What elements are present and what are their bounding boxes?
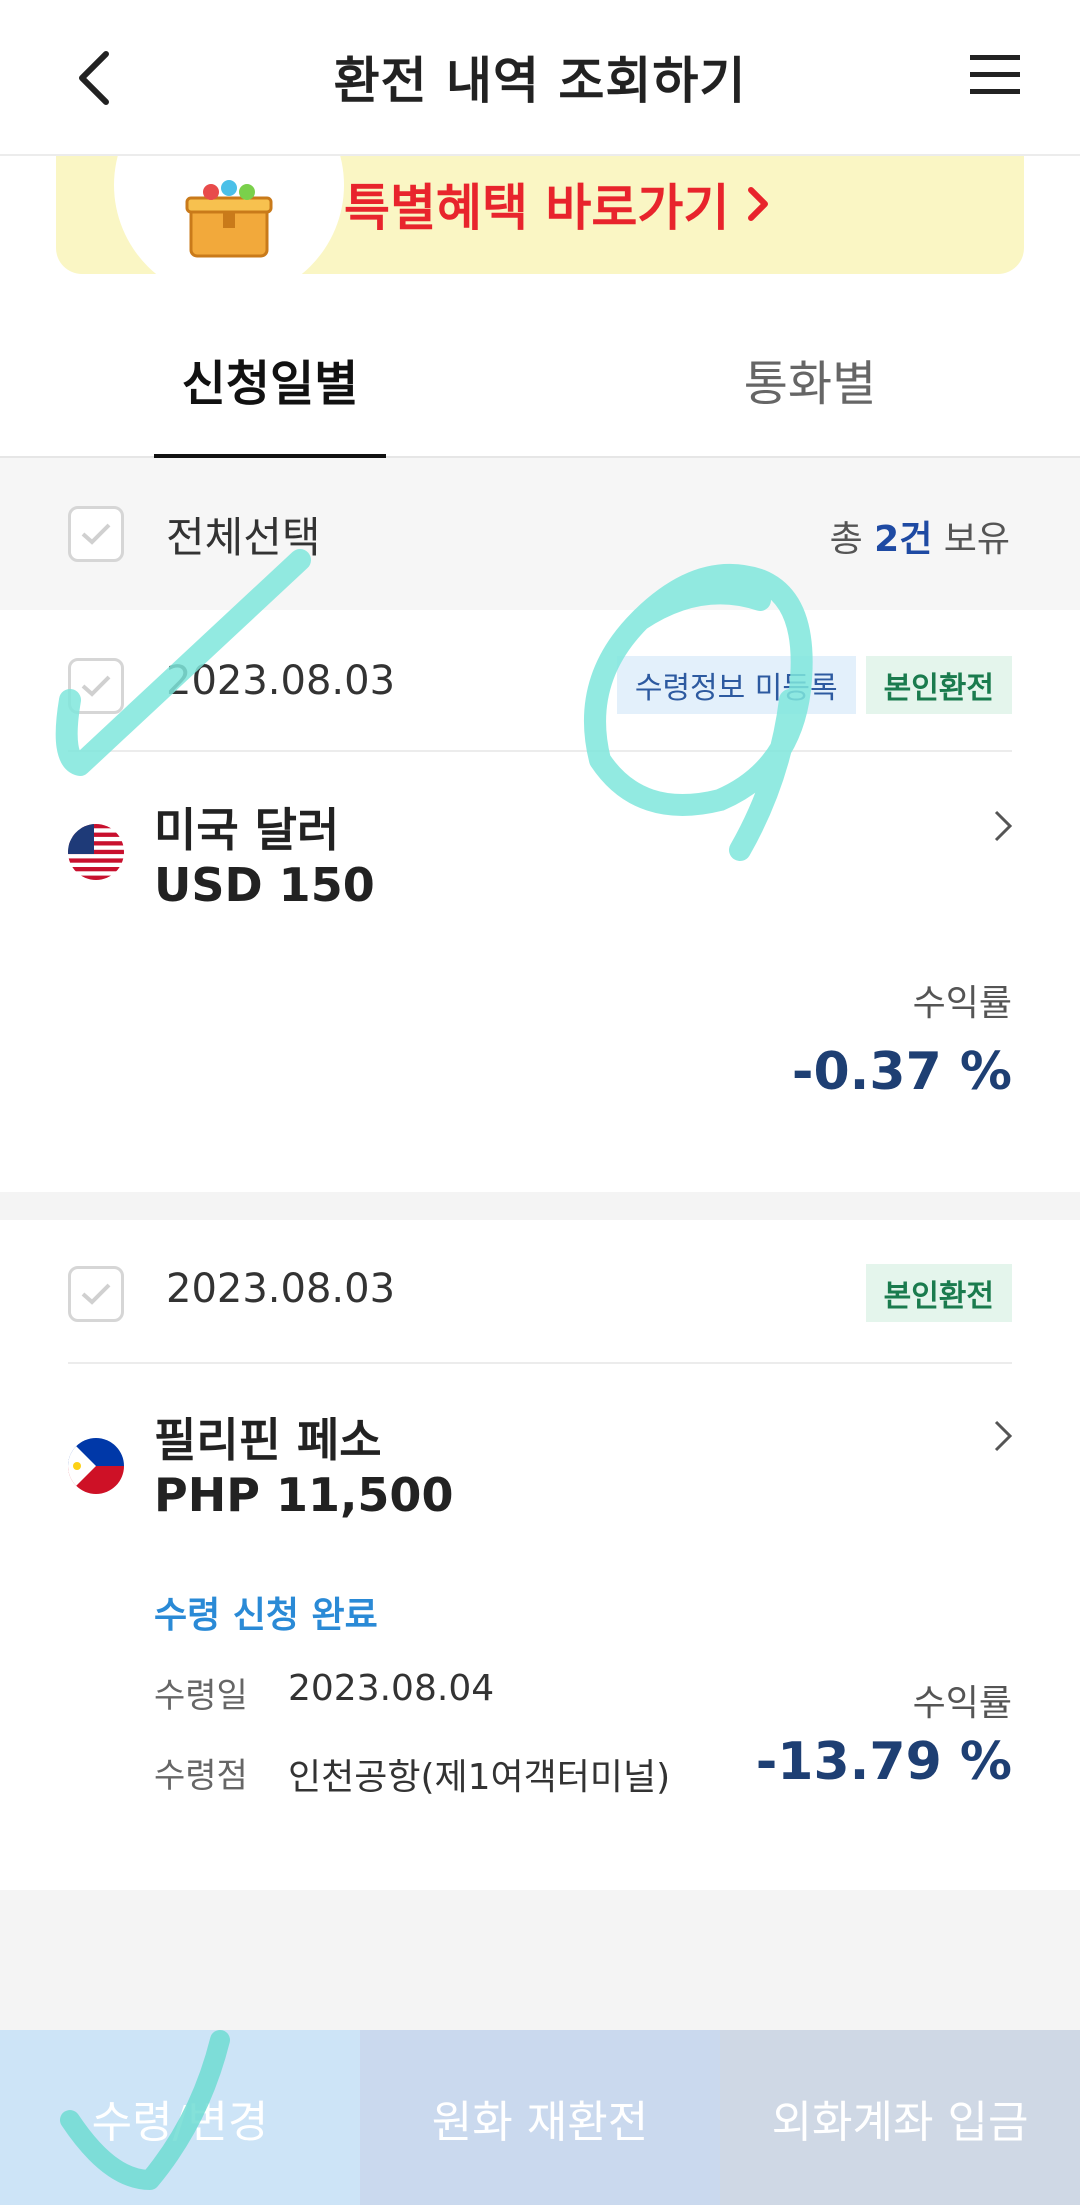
receipt-place: 인천공항(제1여객터미널) <box>288 1757 671 1798</box>
banner-icon-circle <box>114 150 344 274</box>
currency-name: 필리핀 페소 <box>154 1413 382 1467</box>
tab-bar: 신청일별 통화별 <box>0 300 1080 460</box>
exchange-item-card: 2023.08.03 본인환전 필리핀 페소 PHP 11,500 수령 신청 … <box>0 1220 1080 1890</box>
self-exchange-badge: 본인환전 <box>865 656 1012 714</box>
check-icon <box>81 1283 111 1305</box>
count-prefix: 총 <box>829 519 875 560</box>
section-gap <box>0 1192 1080 1220</box>
tab-by-currency[interactable]: 통화별 <box>690 300 930 458</box>
currency-amount: PHP 11,500 <box>154 1468 454 1522</box>
receipt-status: 수령 신청 완료 <box>154 1595 378 1636</box>
rate-value: -13.79 % <box>755 1732 1012 1792</box>
select-all-bar: 전체선택 총 2건 보유 <box>0 458 1080 610</box>
item-date: 2023.08.03 <box>166 658 396 704</box>
receipt-date: 2023.08.04 <box>288 1668 495 1709</box>
us-flag-icon <box>68 824 124 880</box>
chevron-left-icon <box>79 51 109 105</box>
receipt-date-label: 수령일 <box>154 1676 248 1716</box>
holding-count: 총 2건 보유 <box>830 510 1010 562</box>
divider <box>68 750 1012 752</box>
screen: { "header": { "title": "환전 내역 조회하기", "ba… <box>0 0 1080 2205</box>
banner-link-text: 특별혜택 바로가기 <box>344 168 771 240</box>
item-date: 2023.08.03 <box>166 1266 396 1312</box>
app-header: 환전 내역 조회하기 <box>0 0 1080 156</box>
currency-name: 미국 달러 <box>154 803 340 857</box>
self-exchange-badge: 본인환전 <box>865 1264 1012 1322</box>
select-all-checkbox[interactable] <box>68 506 124 562</box>
currency-amount: USD 150 <box>154 858 375 912</box>
chevron-right-icon[interactable] <box>986 804 1020 848</box>
content-footer-space <box>0 1890 1080 2030</box>
menu-button[interactable] <box>964 44 1026 106</box>
foreign-account-deposit-button[interactable]: 외화계좌 입금 <box>720 2030 1080 2205</box>
bottom-action-bar: 수령/변경 원화 재환전 외화계좌 입금 <box>0 2030 1080 2205</box>
special-offer-banner[interactable]: 특별혜택 바로가기 <box>56 150 1024 274</box>
exchange-item-card: 2023.08.03 수령정보 미등록 본인환전 미국 달러 USD 150 수… <box>0 610 1080 1192</box>
ph-flag-icon <box>68 1438 124 1494</box>
reconvert-krw-button[interactable]: 원화 재환전 <box>360 2030 720 2205</box>
rate-value: -0.37 % <box>791 1042 1012 1102</box>
chevron-right-icon <box>748 187 769 221</box>
receive-change-button[interactable]: 수령/변경 <box>0 2030 360 2205</box>
unregistered-badge: 수령정보 미등록 <box>616 656 856 714</box>
check-icon <box>81 523 111 545</box>
banner-label: 특별혜택 바로가기 <box>344 179 730 237</box>
item-badges: 수령정보 미등록 본인환전 <box>616 656 1012 714</box>
divider <box>68 1362 1012 1364</box>
receipt-place-label: 수령점 <box>154 1756 248 1796</box>
check-icon <box>81 675 111 697</box>
item-checkbox[interactable] <box>68 658 124 714</box>
count-suffix: 보유 <box>932 519 1010 560</box>
page-title: 환전 내역 조회하기 <box>333 52 747 110</box>
tab-by-date[interactable]: 신청일별 <box>154 300 386 460</box>
count-number: 2건 <box>874 519 933 560</box>
hamburger-menu-icon <box>970 55 1020 94</box>
select-all-label: 전체선택 <box>166 513 321 562</box>
back-button[interactable] <box>64 40 124 116</box>
item-checkbox[interactable] <box>68 1266 124 1322</box>
rate-label: 수익률 <box>912 1683 1012 1724</box>
chevron-right-icon[interactable] <box>986 1414 1020 1458</box>
rate-label: 수익률 <box>912 983 1012 1024</box>
treasure-chest-icon <box>185 180 273 258</box>
item-badges: 본인환전 <box>865 1264 1012 1322</box>
